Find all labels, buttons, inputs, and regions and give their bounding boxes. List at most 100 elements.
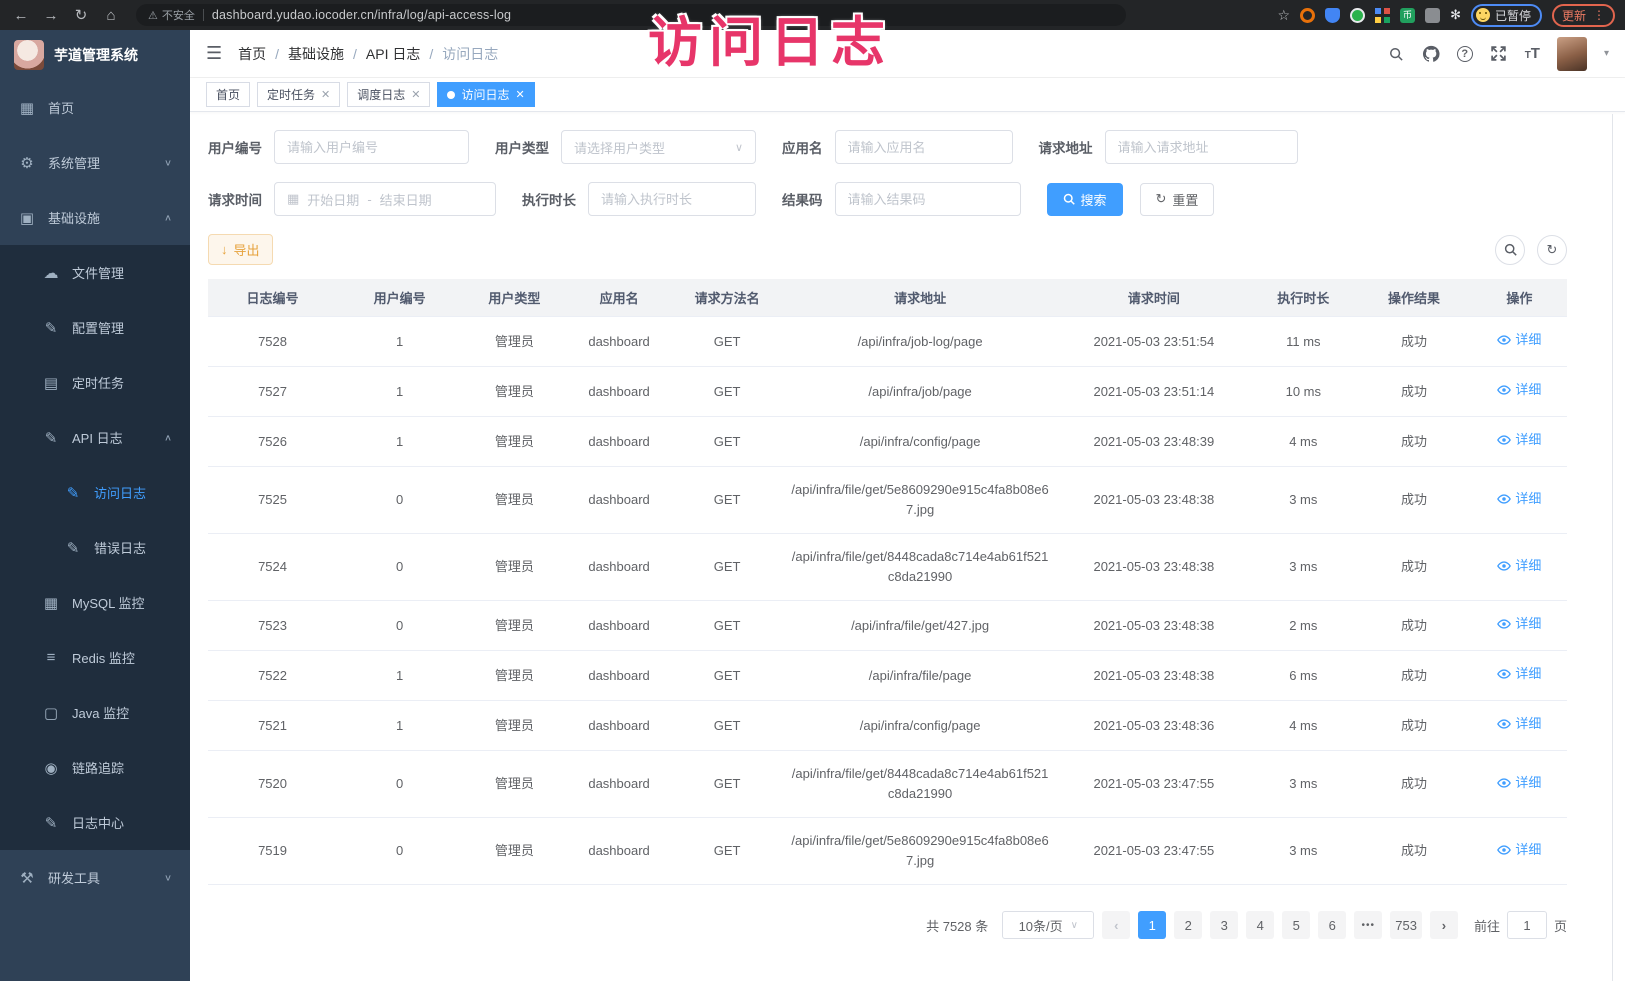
sidebar-item-access-log[interactable]: ✎ 访问日志 xyxy=(0,465,190,520)
sidebar-item-home[interactable]: ▦ 首页 xyxy=(0,80,190,135)
sidebar-item-log-center[interactable]: ✎ 日志中心 xyxy=(0,795,190,850)
profile-paused-pill[interactable]: 已暂停 xyxy=(1471,4,1542,27)
duration-input[interactable] xyxy=(588,182,756,216)
sidebar-item-system[interactable]: ⚙ 系统管理 ∨ xyxy=(0,135,190,190)
detail-link[interactable]: 详细 xyxy=(1497,380,1541,400)
sidebar-item-config-manage[interactable]: ✎ 配置管理 xyxy=(0,300,190,355)
user-type-select[interactable]: 请选择用户类型 ∨ xyxy=(561,130,756,164)
detail-link[interactable]: 详细 xyxy=(1497,430,1541,450)
chrome-update-button[interactable]: 更新 ⋮ xyxy=(1552,4,1615,27)
tag-home[interactable]: 首页 xyxy=(206,82,250,107)
sidebar-item-infra[interactable]: ▣ 基础设施 ∧ xyxy=(0,190,190,245)
scrollbar-track[interactable] xyxy=(1612,114,1613,981)
detail-link[interactable]: 详细 xyxy=(1497,614,1541,634)
github-icon[interactable] xyxy=(1422,45,1440,63)
help-icon[interactable]: ? xyxy=(1457,46,1473,62)
cell-method: GET xyxy=(671,417,782,467)
extensions-puzzle-icon[interactable] xyxy=(1425,8,1440,23)
extension-icon-cny[interactable]: 币 xyxy=(1400,8,1415,23)
sidebar-item-java-monitor[interactable]: ▢ Java 监控 xyxy=(0,685,190,740)
page-button-1[interactable]: 1 xyxy=(1138,911,1166,939)
sidebar-item-redis-monitor[interactable]: ≡ Redis 监控 xyxy=(0,630,190,685)
breadcrumb-api-log[interactable]: API 日志 xyxy=(366,44,420,64)
next-page-button[interactable]: › xyxy=(1430,911,1458,939)
cell-app-name: dashboard xyxy=(567,701,672,751)
bookmark-star-icon[interactable]: ☆ xyxy=(1278,7,1291,24)
forward-icon[interactable]: → xyxy=(40,7,62,24)
duration-label: 执行时长 xyxy=(522,189,576,209)
cell-method: GET xyxy=(671,317,782,367)
sidebar-item-trace[interactable]: ◉ 链路追踪 xyxy=(0,740,190,795)
address-bar[interactable]: ⚠ 不安全 dashboard.yudao.iocoder.cn/infra/l… xyxy=(136,4,1126,26)
tag-dispatch-log[interactable]: 调度日志 ✕ xyxy=(347,82,430,107)
sidebar-item-mysql-monitor[interactable]: ▦ MySQL 监控 xyxy=(0,575,190,630)
cell-time: 2021-05-03 23:51:54 xyxy=(1057,317,1250,367)
cell-result: 成功 xyxy=(1356,417,1472,467)
sidebar-item-dev-tools[interactable]: ⚒ 研发工具 ∨ xyxy=(0,850,190,905)
table-row: 7523 0 管理员 dashboard GET /api/infra/file… xyxy=(208,601,1567,651)
request-time-range-picker[interactable]: ▦ 开始日期 - 结束日期 xyxy=(274,182,496,216)
not-secure-badge[interactable]: ⚠ 不安全 xyxy=(148,7,195,23)
page-button-2[interactable]: 2 xyxy=(1174,911,1202,939)
close-icon[interactable]: ✕ xyxy=(411,88,420,101)
user-avatar[interactable] xyxy=(1557,37,1587,71)
cell-method: GET xyxy=(671,467,782,534)
prev-page-button[interactable]: ‹ xyxy=(1102,911,1130,939)
tag-scheduled-jobs[interactable]: 定时任务 ✕ xyxy=(257,82,340,107)
reset-button[interactable]: ↻ 重置 xyxy=(1140,183,1215,216)
close-icon[interactable]: ✕ xyxy=(516,88,525,101)
detail-link[interactable]: 详细 xyxy=(1497,556,1541,576)
close-icon[interactable]: ✕ xyxy=(321,88,330,101)
search-icon[interactable] xyxy=(1387,45,1405,63)
cell-app-name: dashboard xyxy=(567,751,672,818)
goto-page-input[interactable] xyxy=(1507,911,1547,939)
detail-link[interactable]: 详细 xyxy=(1497,664,1541,684)
col-action: 操作 xyxy=(1472,279,1567,317)
fullscreen-icon[interactable] xyxy=(1490,45,1508,63)
home-icon[interactable]: ⌂ xyxy=(100,7,122,24)
sidebar-item-error-log[interactable]: ✎ 错误日志 xyxy=(0,520,190,575)
result-code-input[interactable] xyxy=(835,182,1021,216)
font-size-icon[interactable]: TT xyxy=(1525,45,1540,62)
detail-link[interactable]: 详细 xyxy=(1497,773,1541,793)
page-size-select[interactable]: 10条/页 ∨ xyxy=(1002,911,1094,939)
extension-icon-shield[interactable] xyxy=(1325,8,1340,23)
extension-icon-green[interactable] xyxy=(1350,8,1365,23)
chrome-menu-icon[interactable]: ⋮ xyxy=(1593,8,1605,22)
detail-link[interactable]: 详细 xyxy=(1497,840,1541,860)
dashboard-icon: ▦ xyxy=(18,99,36,117)
extension-icon-pinwheel[interactable]: ✻ xyxy=(1450,7,1461,23)
breadcrumb-home[interactable]: 首页 xyxy=(238,44,266,64)
cell-duration: 2 ms xyxy=(1250,601,1356,651)
toggle-search-button[interactable] xyxy=(1495,235,1525,265)
page-button-4[interactable]: 4 xyxy=(1246,911,1274,939)
user-id-input[interactable] xyxy=(274,130,469,164)
more-pages-button[interactable]: ••• xyxy=(1354,911,1382,939)
request-url-input[interactable] xyxy=(1105,130,1298,164)
search-button[interactable]: 搜索 xyxy=(1047,183,1123,216)
avatar-caret-icon[interactable]: ▾ xyxy=(1604,48,1609,59)
refresh-table-button[interactable]: ↻ xyxy=(1537,235,1567,265)
sidebar-item-file-manage[interactable]: ☁ 文件管理 xyxy=(0,245,190,300)
page-button-5[interactable]: 5 xyxy=(1282,911,1310,939)
sidebar-item-api-log[interactable]: ✎ API 日志 ∧ xyxy=(0,410,190,465)
back-icon[interactable]: ← xyxy=(10,7,32,24)
app-name-input[interactable] xyxy=(835,130,1013,164)
extension-icon-ring[interactable] xyxy=(1300,8,1315,23)
extension-icon-grid[interactable] xyxy=(1375,8,1390,23)
detail-link[interactable]: 详细 xyxy=(1497,714,1541,734)
sidebar-collapse-icon[interactable]: ☰ xyxy=(206,43,222,64)
detail-link[interactable]: 详细 xyxy=(1497,330,1541,350)
page-button-6[interactable]: 6 xyxy=(1318,911,1346,939)
table-body: 7528 1 管理员 dashboard GET /api/infra/job-… xyxy=(208,317,1567,885)
cell-duration: 10 ms xyxy=(1250,367,1356,417)
reload-icon[interactable]: ↻ xyxy=(70,6,92,24)
detail-link[interactable]: 详细 xyxy=(1497,489,1541,509)
sidebar-logo[interactable]: 芋道管理系统 xyxy=(0,30,190,80)
sidebar-item-scheduled-jobs[interactable]: ▤ 定时任务 xyxy=(0,355,190,410)
export-button[interactable]: ↓ 导出 xyxy=(208,234,273,265)
page-button-3[interactable]: 3 xyxy=(1210,911,1238,939)
tag-access-log[interactable]: 访问日志 ✕ xyxy=(437,82,534,107)
breadcrumb-infra[interactable]: 基础设施 xyxy=(288,44,344,64)
page-button-last[interactable]: 753 xyxy=(1390,911,1422,939)
